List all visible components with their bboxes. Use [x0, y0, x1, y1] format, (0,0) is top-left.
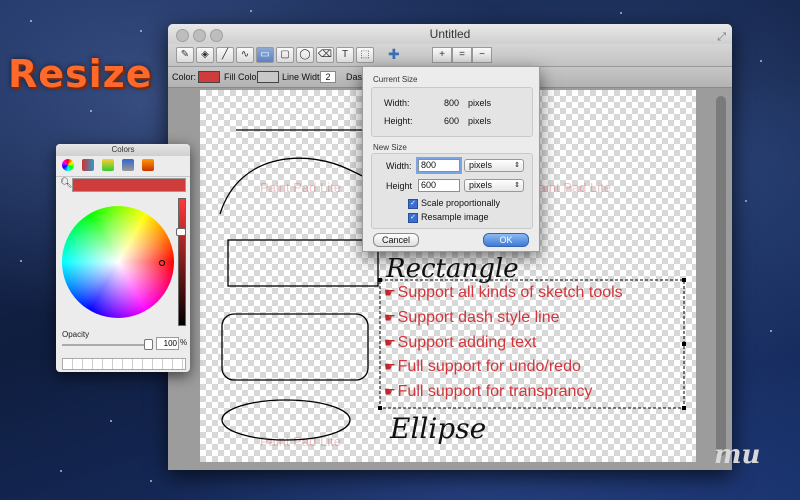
- image-palettes-tab-icon[interactable]: [122, 159, 134, 171]
- vertical-scrollbar[interactable]: [716, 96, 726, 456]
- current-size-group: Width: 800 pixels Height: 600 pixels: [371, 87, 533, 137]
- checkmark-icon: ✓: [408, 212, 418, 223]
- rounded-rectangle-shape: [221, 313, 369, 381]
- crayons-tab-icon[interactable]: [142, 159, 154, 171]
- current-height-label: Height:: [384, 116, 413, 126]
- ok-button[interactable]: OK: [483, 233, 529, 247]
- brand-logo: mu: [714, 440, 761, 470]
- zoom-button[interactable]: [210, 29, 223, 42]
- ellipse-tool-icon[interactable]: ◯: [296, 47, 314, 63]
- ellipse-shape: [221, 399, 351, 441]
- rounded-rect-tool-icon[interactable]: ▢: [276, 47, 294, 63]
- chevron-updown-icon: ⇕: [514, 182, 520, 189]
- crop-tool-icon[interactable]: ⬚: [356, 47, 374, 63]
- opacity-slider[interactable]: [62, 344, 150, 346]
- new-size-title: New Size: [373, 143, 407, 152]
- fill-color-swatch[interactable]: [257, 71, 279, 83]
- feature-line: ☛ Support all kinds of sketch tools: [384, 284, 623, 301]
- pointing-hand-icon: ☛: [384, 384, 396, 399]
- width-unit-select[interactable]: pixels ⇕: [464, 159, 524, 172]
- zoom-in-button[interactable]: +: [432, 47, 452, 63]
- toolbar: ✎ ◈ ╱ ∿ ▭ ▢ ◯ ⌫ T ⬚ ✚ + = −: [168, 44, 732, 67]
- saved-swatches[interactable]: [62, 358, 186, 370]
- feature-line: ☛ Support adding text: [384, 334, 537, 351]
- color-mode-tabs: [56, 156, 190, 177]
- resample-image-checkbox[interactable]: ✓ Resample image: [408, 212, 489, 223]
- pointing-hand-icon: ☛: [384, 285, 396, 300]
- colors-title: Colors: [56, 144, 190, 156]
- window-title: Untitled: [429, 27, 471, 41]
- magnifier-icon[interactable]: 🔍︎: [60, 178, 73, 189]
- new-height-input[interactable]: 600: [418, 179, 460, 192]
- opacity-unit: %: [180, 338, 188, 347]
- zoom-out-button[interactable]: −: [472, 47, 492, 63]
- current-width-value: 800: [444, 98, 460, 108]
- opacity-input[interactable]: 100: [156, 337, 179, 350]
- zoom-actual-button[interactable]: =: [452, 47, 472, 63]
- new-width-label: Width:: [386, 161, 412, 171]
- current-height-unit: pixels: [468, 116, 492, 126]
- color-label: Color:: [172, 72, 197, 82]
- opacity-label: Opacity: [62, 330, 90, 339]
- minimize-button[interactable]: [193, 29, 206, 42]
- pointing-hand-icon: ☛: [384, 310, 396, 325]
- feature-line: ☛ Full support for transprancy: [384, 383, 593, 400]
- pencil-tool-icon[interactable]: ✎: [176, 47, 194, 63]
- opacity-slider-knob[interactable]: [144, 339, 153, 350]
- curve-tool-icon[interactable]: ∿: [236, 47, 254, 63]
- brightness-slider[interactable]: [178, 198, 186, 326]
- current-size-title: Current Size: [373, 75, 418, 84]
- brightness-slider-knob[interactable]: [176, 228, 186, 236]
- cancel-button[interactable]: Cancel: [373, 233, 419, 247]
- current-color-well[interactable]: [72, 178, 186, 192]
- current-width-unit: pixels: [468, 98, 492, 108]
- rectangle-shape: [227, 239, 379, 287]
- promo-title: Resize: [8, 52, 153, 96]
- pointing-hand-icon: ☛: [384, 335, 396, 350]
- fill-tool-icon[interactable]: ◈: [196, 47, 214, 63]
- add-layer-icon[interactable]: ✚: [388, 46, 400, 63]
- rectangle-tool-icon[interactable]: ▭: [256, 47, 274, 63]
- color-palettes-tab-icon[interactable]: [102, 159, 114, 171]
- color-sliders-tab-icon[interactable]: [82, 159, 94, 171]
- color-wheel-tab-icon[interactable]: [62, 159, 74, 171]
- scale-proportionally-checkbox[interactable]: ✓ Scale proportionally: [408, 198, 500, 209]
- current-height-value: 600: [444, 116, 460, 126]
- text-tool-icon[interactable]: T: [336, 47, 354, 63]
- eraser-tool-icon[interactable]: ⌫: [316, 47, 334, 63]
- line-tool-icon[interactable]: ╱: [216, 47, 234, 63]
- new-size-group: Width: 800 pixels ⇕ Height 600 pixels ⇕ ✓ S…: [371, 153, 533, 229]
- handwritten-rectangle-label: Rectangle: [386, 254, 519, 284]
- close-button[interactable]: [176, 29, 189, 42]
- checkmark-icon: ✓: [408, 198, 418, 209]
- feature-line: ☛ Support dash style line: [384, 309, 560, 326]
- new-height-label: Height: [386, 181, 413, 191]
- feature-line: ☛ Full support for undo/redo: [384, 358, 581, 375]
- colors-panel: Colors 🔍︎ Opacity 100 %: [56, 144, 190, 372]
- resize-dialog: Current Size Width: 800 pixels Height: 6…: [362, 66, 540, 252]
- handwritten-ellipse-label: Ellipse: [390, 412, 487, 445]
- stroke-color-swatch[interactable]: [198, 71, 220, 83]
- current-width-label: Width:: [384, 98, 410, 108]
- chevron-updown-icon: ⇕: [514, 162, 520, 169]
- title-bar: Untitled ⤢: [168, 24, 732, 44]
- line-width-input[interactable]: 2: [320, 71, 336, 83]
- height-unit-select[interactable]: pixels ⇕: [464, 179, 524, 192]
- color-wheel-cursor: [159, 260, 165, 266]
- new-width-input[interactable]: 800: [418, 159, 460, 172]
- pointing-hand-icon: ☛: [384, 359, 396, 374]
